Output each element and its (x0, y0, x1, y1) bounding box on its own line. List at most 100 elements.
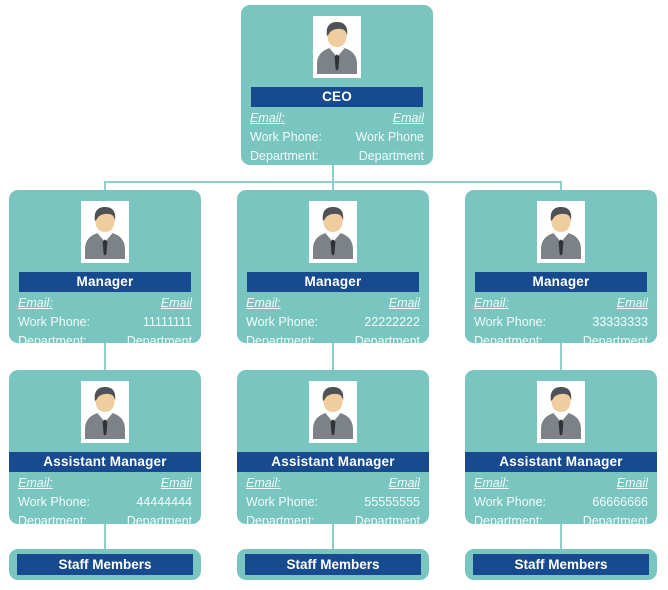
connector-manager-2-to-assistant (332, 343, 334, 371)
detail-row-work-phone: Work Phone: 66666666 (474, 493, 648, 512)
detail-row-department: Department: Department (246, 332, 420, 343)
department-value: Department (582, 514, 648, 524)
avatar-wrap (465, 190, 657, 263)
department-value: Department (358, 149, 424, 163)
detail-row-department: Department: Department (474, 332, 648, 343)
connector-assistant-2-to-staff (332, 524, 334, 549)
department-label: Department: (18, 514, 87, 524)
detail-row-email: Email: Email (474, 294, 648, 313)
work-phone-value: 11111111 (142, 315, 192, 329)
detail-row-department: Department: Department (474, 512, 648, 524)
work-phone-value: 22222222 (364, 315, 420, 329)
work-phone-label: Work Phone: (246, 495, 319, 509)
work-phone-value: 66666666 (592, 495, 648, 509)
work-phone-value: 44444444 (136, 495, 192, 509)
department-value: Department (354, 514, 420, 524)
node-title: Staff Members (245, 554, 421, 575)
work-phone-label: Work Phone: (250, 130, 323, 144)
email-label: Email: (474, 476, 509, 490)
node-assistant-manager-1[interactable]: Assistant Manager Email: Email Work Phon… (9, 370, 201, 524)
email-label: Email: (18, 476, 53, 490)
node-title: Manager (475, 272, 647, 292)
connector-manager-1-to-assistant (104, 343, 106, 371)
work-phone-label: Work Phone: (18, 315, 91, 329)
node-staff-1[interactable]: Staff Members (9, 549, 201, 580)
work-phone-value: 33333333 (592, 315, 648, 329)
node-title: Manager (247, 272, 419, 292)
detail-row-work-phone: Work Phone: 22222222 (246, 313, 420, 332)
node-title: Manager (19, 272, 191, 292)
work-phone-value: 55555555 (364, 495, 420, 509)
department-label: Department: (246, 514, 315, 524)
businessman-avatar-icon (309, 201, 357, 263)
department-label: Department: (246, 334, 315, 343)
node-details: Email: Email Work Phone: 22222222 Depart… (237, 292, 429, 343)
avatar-wrap (9, 370, 201, 443)
node-staff-3[interactable]: Staff Members (465, 549, 657, 580)
work-phone-label: Work Phone: (18, 495, 91, 509)
node-details: Email: Email Work Phone: 55555555 Depart… (237, 472, 429, 524)
node-manager-1[interactable]: Manager Email: Email Work Phone: 1111111… (9, 190, 201, 343)
node-staff-2[interactable]: Staff Members (237, 549, 429, 580)
detail-row-email: Email: Email (246, 294, 420, 313)
work-phone-label: Work Phone: (474, 315, 547, 329)
department-value: Department (126, 334, 192, 343)
email-value[interactable]: Email (393, 109, 424, 128)
detail-row-email: Email: Email (246, 474, 420, 493)
businessman-avatar-icon (81, 201, 129, 263)
department-label: Department: (18, 334, 87, 343)
detail-row-department: Department: Department (18, 332, 192, 343)
node-details: Email: Email Work Phone: 33333333 Depart… (465, 292, 657, 343)
businessman-avatar-icon (537, 201, 585, 263)
email-label: Email: (246, 476, 281, 490)
email-label: Email: (250, 111, 285, 125)
detail-row-work-phone: Work Phone: 44444444 (18, 493, 192, 512)
connector-manager-3-to-assistant (560, 343, 562, 371)
detail-row-department: Department: Department (18, 512, 192, 524)
node-title: Staff Members (473, 554, 649, 575)
email-label: Email: (474, 296, 509, 310)
department-label: Department: (474, 334, 543, 343)
node-assistant-manager-2[interactable]: Assistant Manager Email: Email Work Phon… (237, 370, 429, 524)
email-label: Email: (246, 296, 281, 310)
email-value[interactable]: Email (617, 294, 648, 313)
node-title: Staff Members (17, 554, 193, 575)
avatar-wrap (241, 5, 433, 78)
department-value: Department (354, 334, 420, 343)
connector-assistant-3-to-staff (560, 524, 562, 549)
node-details: Email: Email Work Phone: 66666666 Depart… (465, 472, 657, 524)
department-value: Department (582, 334, 648, 343)
avatar-wrap (237, 370, 429, 443)
email-value[interactable]: Email (389, 474, 420, 493)
node-title: Assistant Manager (237, 452, 429, 472)
detail-row-email: Email: Email (18, 474, 192, 493)
detail-row-department: Department: Department (246, 512, 420, 524)
work-phone-value: Work Phone (355, 130, 424, 144)
node-title: CEO (251, 87, 423, 107)
detail-row-email: Email: Email (250, 109, 424, 128)
node-manager-3[interactable]: Manager Email: Email Work Phone: 3333333… (465, 190, 657, 343)
node-title: Assistant Manager (465, 452, 657, 472)
detail-row-work-phone: Work Phone: 55555555 (246, 493, 420, 512)
node-details: Email: Email Work Phone: 11111111 Depart… (9, 292, 201, 343)
email-value[interactable]: Email (389, 294, 420, 313)
email-value[interactable]: Email (161, 474, 192, 493)
detail-row-email: Email: Email (474, 474, 648, 493)
email-label: Email: (18, 296, 53, 310)
node-title: Assistant Manager (9, 452, 201, 472)
detail-row-work-phone: Work Phone: Work Phone (250, 128, 424, 147)
work-phone-label: Work Phone: (246, 315, 319, 329)
detail-row-email: Email: Email (18, 294, 192, 313)
org-chart: CEO Email: Email Work Phone: Work Phone … (0, 0, 668, 590)
email-value[interactable]: Email (617, 474, 648, 493)
node-ceo[interactable]: CEO Email: Email Work Phone: Work Phone … (241, 5, 433, 165)
avatar-wrap (9, 190, 201, 263)
node-assistant-manager-3[interactable]: Assistant Manager Email: Email Work Phon… (465, 370, 657, 524)
node-manager-2[interactable]: Manager Email: Email Work Phone: 2222222… (237, 190, 429, 343)
businessman-avatar-icon (81, 381, 129, 443)
node-details: Email: Email Work Phone: 44444444 Depart… (9, 472, 201, 524)
department-label: Department: (474, 514, 543, 524)
email-value[interactable]: Email (161, 294, 192, 313)
avatar-wrap (237, 190, 429, 263)
connector-assistant-1-to-staff (104, 524, 106, 549)
